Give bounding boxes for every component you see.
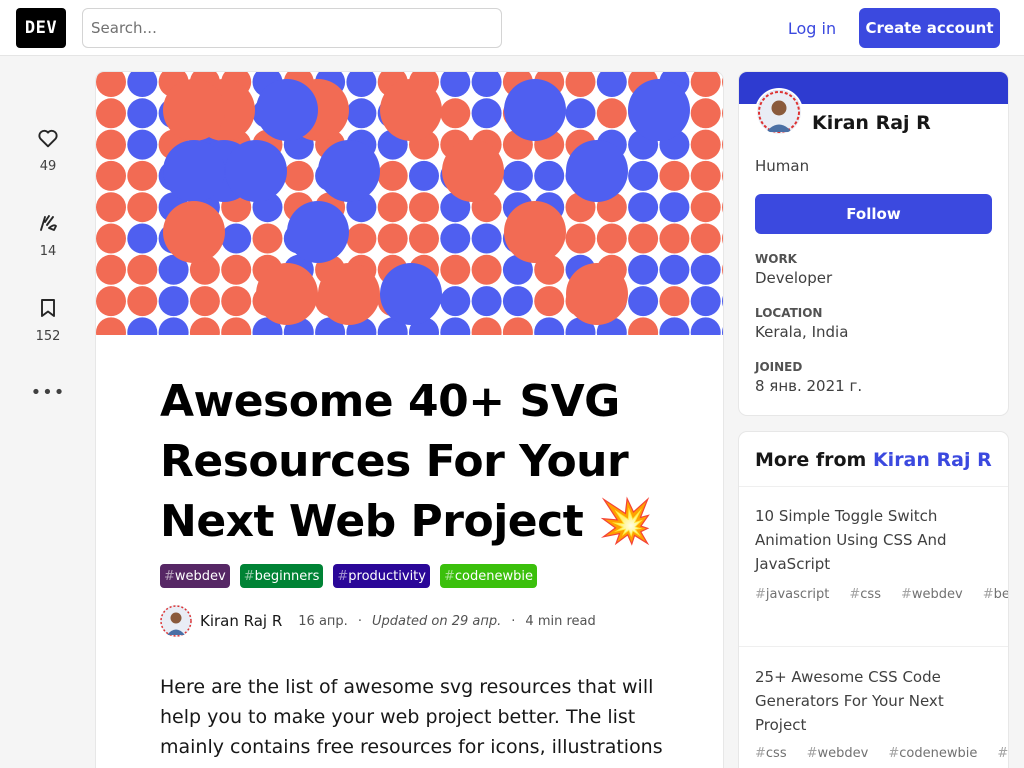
more-from-card: More from Kiran Raj R 10 Simple Toggle S… (739, 432, 1008, 768)
bookmark-reaction-button[interactable]: 152 (28, 296, 68, 344)
post-title[interactable]: 10 Simple Toggle Switch Animation Using … (755, 504, 995, 576)
heart-count: 49 (39, 159, 57, 174)
profile-location: LOCATION Kerala, India (755, 306, 848, 341)
more-from-post[interactable]: 25+ Awesome CSS Code Generators For Your… (755, 665, 1008, 767)
post-tag[interactable]: #beginners (997, 746, 1008, 761)
divider (739, 646, 1008, 647)
tag-productivity[interactable]: # productivity (333, 564, 430, 588)
author-profile-card: Kiran Raj R Human Follow WORK Developer … (739, 72, 1008, 415)
unicorn-reaction-button[interactable]: 14 (28, 211, 68, 259)
article-byline: Kiran Raj R 16 апр. · Updated on 29 апр.… (160, 605, 606, 637)
post-title[interactable]: 25+ Awesome CSS Code Generators For Your… (755, 665, 995, 737)
more-from-author-link[interactable]: Kiran Raj R (873, 449, 992, 471)
login-link[interactable]: Log in (778, 8, 846, 48)
post-tag[interactable]: #webdev (901, 587, 973, 602)
dot-separator: · (357, 613, 362, 629)
tag-webdev[interactable]: # webdev (160, 564, 230, 588)
work-label: WORK (755, 252, 797, 266)
joined-value: 8 янв. 2021 г. (755, 377, 863, 395)
work-value: Developer (755, 269, 833, 287)
tag-codenewbie[interactable]: # codenewbie (439, 564, 537, 588)
more-options-icon[interactable]: ••• (28, 382, 68, 403)
location-value: Kerala, India (755, 323, 849, 341)
more-from-heading: More from Kiran Raj R (755, 449, 992, 471)
profile-avatar[interactable] (755, 88, 803, 136)
post-tags: #css #webdev #codenewbie #beginners (755, 741, 1008, 767)
post-tag[interactable]: #javascript (755, 587, 839, 602)
cover-image (96, 72, 723, 335)
joined-label: JOINED (755, 360, 803, 374)
create-account-button[interactable]: Create account (859, 8, 1000, 48)
bookmark-icon (41, 299, 55, 317)
author-avatar[interactable] (160, 605, 192, 637)
dot-separator: · (511, 613, 516, 629)
unicorn-icon (40, 215, 57, 231)
article-title: Awesome 40+ SVG Resources For Your Next … (160, 376, 653, 547)
post-tag[interactable]: #beginners (983, 587, 1008, 602)
divider (739, 486, 1008, 487)
read-time: 4 min read (525, 613, 596, 629)
heart-reaction-button[interactable]: 49 (28, 126, 68, 174)
post-tag[interactable]: #css (849, 587, 891, 602)
updated-date: Updated on 29 апр. (371, 613, 502, 629)
post-tag[interactable]: #codenewbie (888, 746, 987, 761)
bookmark-count: 152 (35, 329, 61, 344)
author-name[interactable]: Kiran Raj R (200, 612, 282, 630)
unicorn-count: 14 (39, 244, 57, 259)
article-tags: # webdev # beginners # productivity # codene… (160, 564, 537, 588)
search-input[interactable] (82, 8, 502, 48)
dev-logo[interactable]: DEV (16, 8, 66, 48)
tag-beginners[interactable]: # beginners (239, 564, 324, 588)
profile-joined: JOINED 8 янв. 2021 г. (755, 360, 862, 395)
heart-icon (38, 129, 58, 148)
article-body: Here are the list of awesome svg resourc… (160, 676, 663, 768)
top-header: DEV Log in Create account (0, 0, 1024, 56)
publish-date: 16 апр. (298, 613, 348, 629)
profile-name[interactable]: Kiran Raj R (812, 112, 931, 134)
profile-work: WORK Developer (755, 252, 832, 287)
post-tags: #javascript #css #webdev #beginners (755, 582, 1008, 608)
post-tag[interactable]: #webdev (807, 746, 879, 761)
profile-bio: Human (755, 157, 810, 175)
follow-button[interactable]: Follow (755, 194, 992, 234)
location-label: LOCATION (755, 306, 823, 320)
more-from-post[interactable]: 10 Simple Toggle Switch Animation Using … (755, 504, 1008, 608)
post-tag[interactable]: #css (755, 746, 797, 761)
article-card: Awesome 40+ SVG Resources For Your Next … (96, 72, 723, 768)
